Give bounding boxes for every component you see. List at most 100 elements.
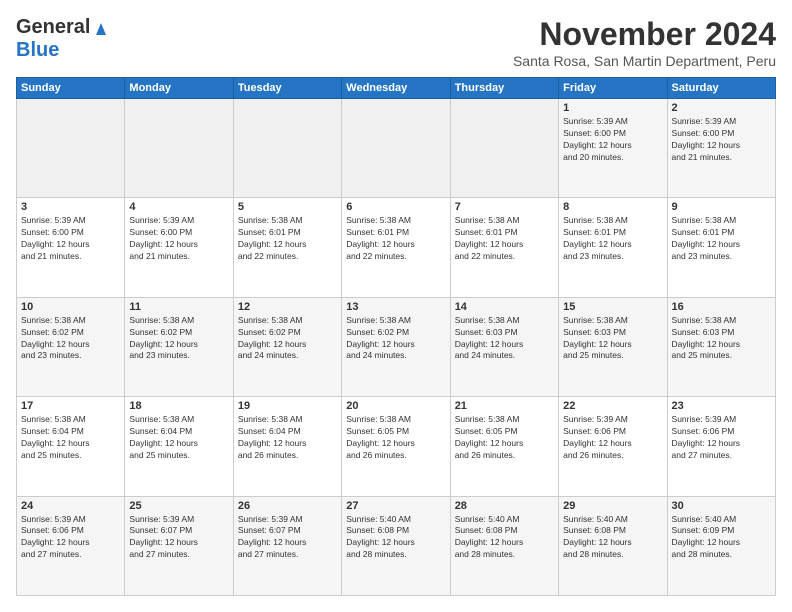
- day-number: 14: [455, 301, 554, 313]
- day-number: 7: [455, 201, 554, 213]
- day-info: Sunrise: 5:38 AM Sunset: 6:01 PM Dayligh…: [455, 215, 554, 263]
- table-row: 11 Sunrise: 5:38 AM Sunset: 6:02 PM Dayli…: [125, 297, 233, 396]
- day-number: 9: [672, 201, 771, 213]
- day-number: 23: [672, 400, 771, 412]
- table-row: 4Sunrise: 5:39 AM Sunset: 6:00 PM Daylig…: [125, 198, 233, 297]
- calendar-table: Sunday Monday Tuesday Wednesday Thursday…: [16, 77, 776, 596]
- day-info: Sunrise: 5:38 AM Sunset: 6:02 PM Dayligh…: [238, 315, 337, 363]
- table-row: 13 Sunrise: 5:38 AM Sunset: 6:02 PM Dayli…: [342, 297, 450, 396]
- day-number: 13: [346, 301, 445, 313]
- weekday-thursday: Thursday: [450, 78, 558, 99]
- day-info: Sunrise: 5:38 AM Sunset: 6:04 PM Dayligh…: [21, 414, 120, 462]
- day-number: 11: [129, 301, 228, 313]
- day-number: 29: [563, 500, 662, 512]
- day-number: 17: [21, 400, 120, 412]
- day-info: Sunrise: 5:39 AM Sunset: 6:00 PM Dayligh…: [21, 215, 120, 263]
- table-row: 17 Sunrise: 5:38 AM Sunset: 6:04 PM Dayli…: [17, 397, 125, 496]
- month-title: November 2024: [513, 16, 776, 53]
- table-row: 28Sunrise: 5:40 AM Sunset: 6:08 PM Dayli…: [450, 496, 558, 595]
- logo-blue: Blue: [16, 39, 59, 61]
- day-info: Sunrise: 5:38 AM Sunset: 6:01 PM Dayligh…: [346, 215, 445, 263]
- day-info: Sunrise: 5:40 AM Sunset: 6:08 PM Dayligh…: [563, 514, 662, 562]
- day-number: 6: [346, 201, 445, 213]
- weekday-wednesday: Wednesday: [342, 78, 450, 99]
- day-info: Sunrise: 5:38 AM Sunset: 6:03 PM Dayligh…: [563, 315, 662, 363]
- day-number: 10: [21, 301, 120, 313]
- day-info: Sunrise: 5:38 AM Sunset: 6:04 PM Dayligh…: [129, 414, 228, 462]
- day-info: Sunrise: 5:38 AM Sunset: 6:05 PM Dayligh…: [346, 414, 445, 462]
- table-row: 7 Sunrise: 5:38 AM Sunset: 6:01 PM Daylig…: [450, 198, 558, 297]
- day-info: Sunrise: 5:38 AM Sunset: 6:01 PM Dayligh…: [238, 215, 337, 263]
- location-title: Santa Rosa, San Martin Department, Peru: [513, 53, 776, 69]
- table-row: 18 Sunrise: 5:38 AM Sunset: 6:04 PM Dayli…: [125, 397, 233, 496]
- weekday-sunday: Sunday: [17, 78, 125, 99]
- table-row: 9 Sunrise: 5:38 AM Sunset: 6:01 PM Daylig…: [667, 198, 775, 297]
- calendar-week-row: 3 Sunrise: 5:39 AM Sunset: 6:00 PM Daylig…: [17, 198, 776, 297]
- calendar-week-row: 10 Sunrise: 5:38 AM Sunset: 6:02 PM Dayli…: [17, 297, 776, 396]
- day-info: Sunrise: 5:40 AM Sunset: 6:08 PM Dayligh…: [455, 514, 554, 562]
- day-number: 18: [129, 400, 228, 412]
- table-row: 1Sunrise: 5:39 AM Sunset: 6:00 PM Daylig…: [559, 99, 667, 198]
- table-row: 19Sunrise: 5:38 AM Sunset: 6:04 PM Dayli…: [233, 397, 341, 496]
- day-number: 26: [238, 500, 337, 512]
- day-number: 2: [672, 102, 771, 114]
- day-number: 3: [21, 201, 120, 213]
- logo-general: General: [16, 16, 90, 39]
- weekday-tuesday: Tuesday: [233, 78, 341, 99]
- day-number: 30: [672, 500, 771, 512]
- table-row: 12 Sunrise: 5:38 AM Sunset: 6:02 PM Dayli…: [233, 297, 341, 396]
- weekday-monday: Monday: [125, 78, 233, 99]
- page: General Blue November 2024 Santa Rosa, S…: [0, 0, 792, 612]
- day-info: Sunrise: 5:38 AM Sunset: 6:03 PM Dayligh…: [455, 315, 554, 363]
- table-row: 14 Sunrise: 5:38 AM Sunset: 6:03 PM Dayli…: [450, 297, 558, 396]
- day-info: Sunrise: 5:39 AM Sunset: 6:07 PM Dayligh…: [238, 514, 337, 562]
- day-info: Sunrise: 5:40 AM Sunset: 6:08 PM Dayligh…: [346, 514, 445, 562]
- table-row: 26 Sunrise: 5:39 AM Sunset: 6:07 PM Dayli…: [233, 496, 341, 595]
- calendar-week-row: 17 Sunrise: 5:38 AM Sunset: 6:04 PM Dayli…: [17, 397, 776, 496]
- table-row: 8 Sunrise: 5:38 AM Sunset: 6:01 PM Daylig…: [559, 198, 667, 297]
- day-info: Sunrise: 5:39 AM Sunset: 6:07 PM Dayligh…: [129, 514, 228, 562]
- day-info: Sunrise: 5:39 AM Sunset: 6:00 PM Dayligh…: [672, 116, 771, 164]
- day-info: Sunrise: 5:39 AM Sunset: 6:06 PM Dayligh…: [563, 414, 662, 462]
- day-info: Sunrise: 5:40 AM Sunset: 6:09 PM Dayligh…: [672, 514, 771, 562]
- day-number: 15: [563, 301, 662, 313]
- day-info: Sunrise: 5:38 AM Sunset: 6:03 PM Dayligh…: [672, 315, 771, 363]
- day-info: Sunrise: 5:38 AM Sunset: 6:02 PM Dayligh…: [346, 315, 445, 363]
- table-row: [233, 99, 341, 198]
- day-info: Sunrise: 5:39 AM Sunset: 6:06 PM Dayligh…: [21, 514, 120, 562]
- day-number: 21: [455, 400, 554, 412]
- table-row: 5 Sunrise: 5:38 AM Sunset: 6:01 PM Daylig…: [233, 198, 341, 297]
- table-row: 10 Sunrise: 5:38 AM Sunset: 6:02 PM Dayli…: [17, 297, 125, 396]
- table-row: 3 Sunrise: 5:39 AM Sunset: 6:00 PM Daylig…: [17, 198, 125, 297]
- table-row: 16Sunrise: 5:38 AM Sunset: 6:03 PM Dayli…: [667, 297, 775, 396]
- day-number: 5: [238, 201, 337, 213]
- day-info: Sunrise: 5:38 AM Sunset: 6:01 PM Dayligh…: [672, 215, 771, 263]
- table-row: 6 Sunrise: 5:38 AM Sunset: 6:01 PM Daylig…: [342, 198, 450, 297]
- table-row: [125, 99, 233, 198]
- day-number: 8: [563, 201, 662, 213]
- day-number: 1: [563, 102, 662, 114]
- table-row: [450, 99, 558, 198]
- day-number: 25: [129, 500, 228, 512]
- day-info: Sunrise: 5:38 AM Sunset: 6:01 PM Dayligh…: [563, 215, 662, 263]
- day-info: Sunrise: 5:38 AM Sunset: 6:02 PM Dayligh…: [21, 315, 120, 363]
- weekday-friday: Friday: [559, 78, 667, 99]
- table-row: 27 Sunrise: 5:40 AM Sunset: 6:08 PM Dayli…: [342, 496, 450, 595]
- day-number: 4: [129, 201, 228, 213]
- header: General Blue November 2024 Santa Rosa, S…: [16, 16, 776, 69]
- table-row: 30 Sunrise: 5:40 AM Sunset: 6:09 PM Dayli…: [667, 496, 775, 595]
- table-row: 25 Sunrise: 5:39 AM Sunset: 6:07 PM Dayli…: [125, 496, 233, 595]
- table-row: 21 Sunrise: 5:38 AM Sunset: 6:05 PM Dayli…: [450, 397, 558, 496]
- weekday-saturday: Saturday: [667, 78, 775, 99]
- table-row: 15 Sunrise: 5:38 AM Sunset: 6:03 PM Dayli…: [559, 297, 667, 396]
- title-block: November 2024 Santa Rosa, San Martin Dep…: [513, 16, 776, 69]
- day-number: 22: [563, 400, 662, 412]
- day-info: Sunrise: 5:38 AM Sunset: 6:05 PM Dayligh…: [455, 414, 554, 462]
- table-row: 2 Sunrise: 5:39 AM Sunset: 6:00 PM Daylig…: [667, 99, 775, 198]
- table-row: 29 Sunrise: 5:40 AM Sunset: 6:08 PM Dayli…: [559, 496, 667, 595]
- day-number: 27: [346, 500, 445, 512]
- day-number: 19: [238, 400, 337, 412]
- day-number: 12: [238, 301, 337, 313]
- day-info: Sunrise: 5:38 AM Sunset: 6:02 PM Dayligh…: [129, 315, 228, 363]
- table-row: 20Sunrise: 5:38 AM Sunset: 6:05 PM Dayli…: [342, 397, 450, 496]
